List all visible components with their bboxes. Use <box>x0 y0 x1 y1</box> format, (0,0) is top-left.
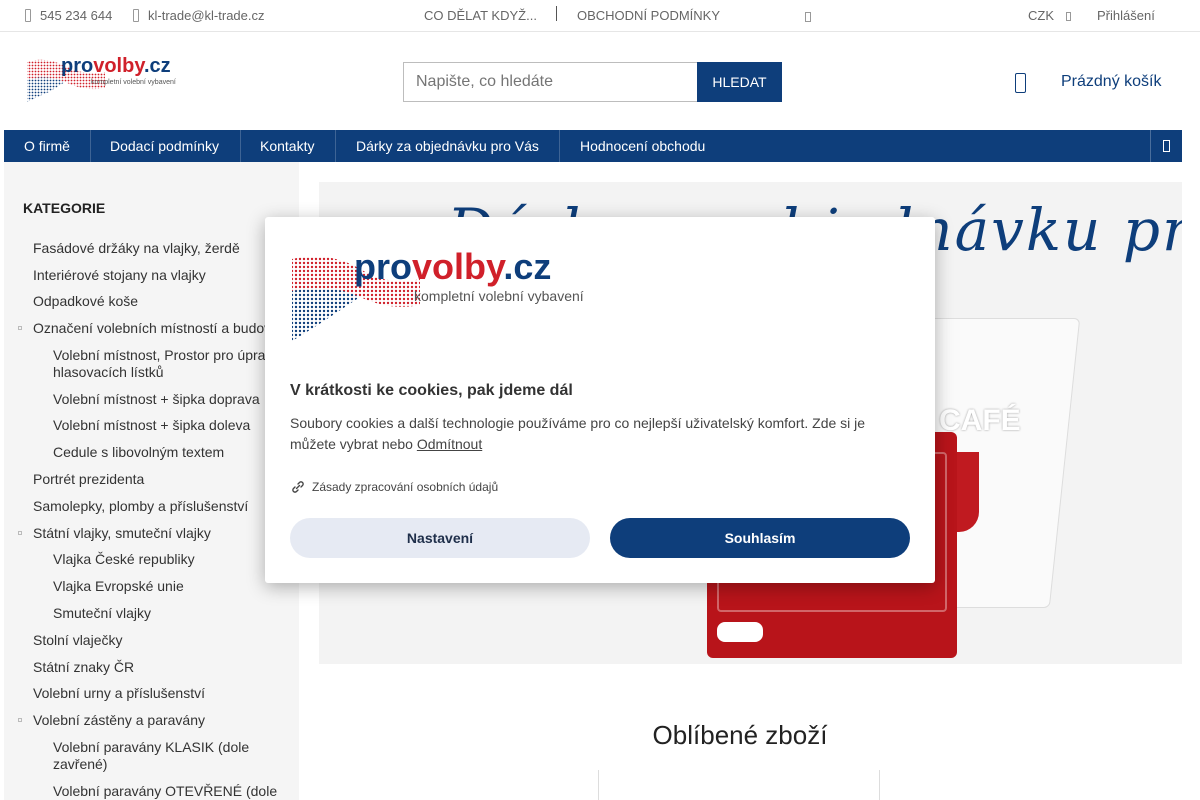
cookie-text: Soubory cookies a další technologie použ… <box>290 413 910 455</box>
cookie-heading: V krátkosti ke cookies, pak jdeme dál <box>290 382 573 399</box>
privacy-policy-label: Zásady zpracování osobních údajů <box>312 480 499 494</box>
cookie-settings-button[interactable]: Nastavení <box>290 518 590 558</box>
modal-logo-text: provolby.cz <box>354 246 551 287</box>
cookie-body: Soubory cookies a další technologie použ… <box>290 415 866 452</box>
reject-link[interactable]: Odmítnout <box>417 436 482 452</box>
modal-logo-tagline: kompletní volební vybavení <box>414 288 584 304</box>
cookie-dialog: provolby.cz kompletní volební vybavení V… <box>265 217 935 583</box>
link-icon <box>292 481 304 493</box>
cookie-accept-button[interactable]: Souhlasím <box>610 518 910 558</box>
privacy-policy-link[interactable]: Zásady zpracování osobních údajů <box>290 479 498 495</box>
modal-logo: provolby.cz kompletní volební vybavení <box>292 246 584 341</box>
